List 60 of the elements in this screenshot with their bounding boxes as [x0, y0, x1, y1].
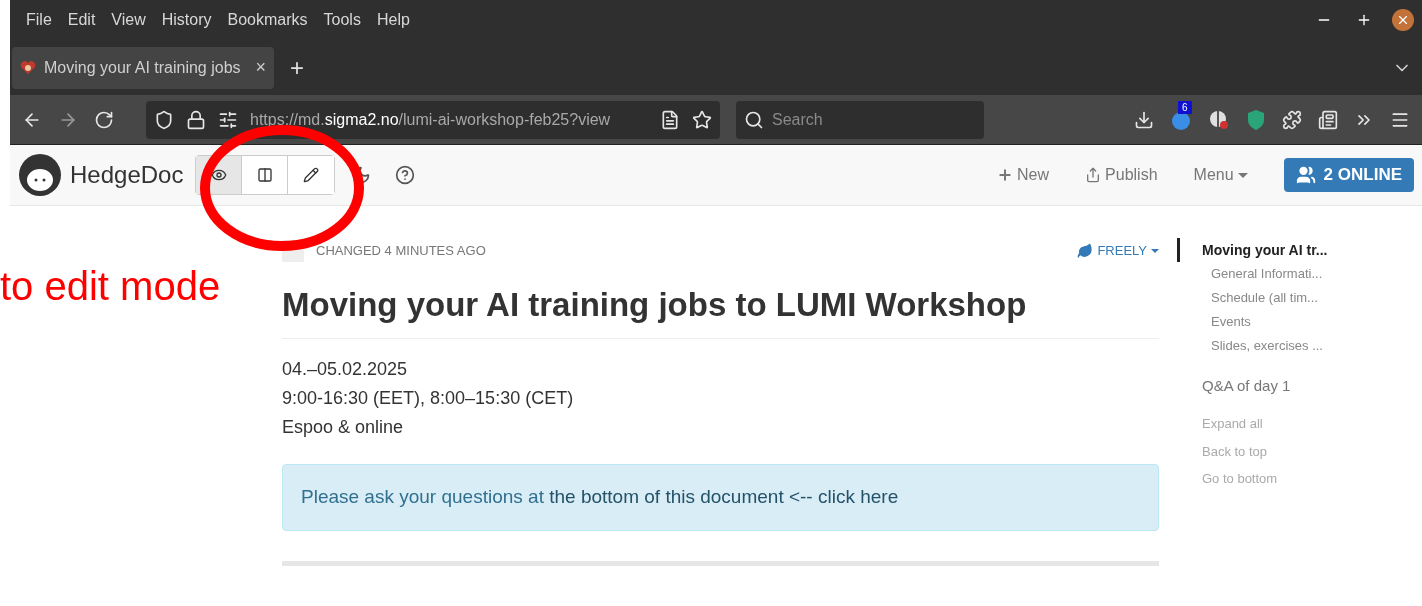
toc-subitem[interactable]: Schedule (all tim... [1177, 286, 1328, 310]
puzzle-icon[interactable] [1282, 109, 1302, 130]
shield-extension-icon[interactable] [1246, 108, 1266, 131]
menu-item[interactable]: Tools [315, 8, 369, 32]
toc-item[interactable]: Q&A of day 1 [1177, 374, 1328, 398]
online-users-button[interactable]: 2 ONLINE [1283, 158, 1414, 192]
columns-icon [256, 167, 273, 183]
menu-item[interactable]: View [103, 8, 154, 32]
download-icon[interactable] [1134, 109, 1154, 130]
publish-button[interactable]: Publish [1085, 163, 1158, 187]
new-tab-button[interactable]: + [290, 49, 304, 86]
heart-icon [20, 59, 36, 76]
bottom-link[interactable]: the bottom of this document <-- click here [549, 485, 899, 507]
permission-dropdown[interactable]: FREELY [1077, 241, 1159, 261]
menu-dropdown[interactable]: Menu [1193, 163, 1248, 187]
users-icon [1295, 165, 1316, 185]
browser-tab[interactable]: Moving your AI training jobs × [12, 46, 274, 89]
newspaper-icon[interactable] [1318, 109, 1338, 130]
lock-icon [186, 109, 206, 130]
extension-icon[interactable] [1208, 108, 1230, 131]
alert-text: Please ask your questions at the bottom of this document <-- click here [301, 484, 899, 509]
address-bar[interactable]: https://md.sigma2.no/lumi-ai-workshop-feb25?view [146, 100, 720, 139]
tab-title: Moving your AI training jobs [44, 57, 242, 78]
menu-item[interactable]: Help [368, 8, 418, 32]
share-icon [1085, 167, 1102, 183]
reader-icon[interactable] [660, 109, 680, 130]
text-line: 04.–05.02.2025 [282, 357, 409, 381]
tab-close[interactable]: × [255, 54, 266, 81]
toc-item[interactable]: Moving your AI tr... [1177, 238, 1328, 262]
new-button[interactable]: New [997, 163, 1050, 187]
brand-name[interactable]: HedgeDoc [70, 157, 184, 193]
hedgehog-logo-icon [18, 153, 62, 197]
search-field[interactable]: Search [736, 100, 984, 139]
close-icon [1396, 13, 1410, 27]
menu-item[interactable]: Bookmarks [219, 8, 316, 32]
toc-subitem[interactable]: Events [1177, 310, 1328, 334]
help-icon[interactable] [395, 165, 416, 185]
eye-icon [210, 167, 227, 183]
menu-item[interactable]: History [153, 8, 220, 32]
close-window-button[interactable] [1392, 9, 1414, 31]
leaf-icon [1077, 243, 1094, 259]
star-icon[interactable] [692, 109, 712, 130]
maximize-icon[interactable] [1356, 12, 1372, 28]
mode-button[interactable] [242, 156, 289, 194]
text-line: Espoo & online [282, 415, 405, 439]
toc-subitem[interactable]: General Informati... [1177, 262, 1328, 286]
shield-icon [154, 109, 174, 130]
search-icon [744, 109, 764, 130]
mode-button[interactable] [288, 156, 335, 194]
document-title: Moving your AI training jobs to LUMI Workshop [282, 280, 1159, 339]
menu-item[interactable]: Edit [59, 8, 104, 32]
url-text: https://md.sigma2.no/lumi-ai-workshop-feb25?view [250, 109, 612, 130]
reload-icon[interactable] [94, 109, 114, 130]
pencil-icon [303, 167, 320, 183]
menu-item[interactable]: File [18, 8, 60, 32]
badge: 6 [1178, 100, 1192, 114]
changed-time: CHANGED 4 MINUTES AGO [316, 242, 486, 261]
text-line: 9:00-16:30 (EET), 8:00–15:30 (CET) [282, 386, 575, 410]
toc-subitem[interactable]: Slides, exercises ... [1177, 334, 1328, 358]
permissions-icon [218, 109, 238, 130]
